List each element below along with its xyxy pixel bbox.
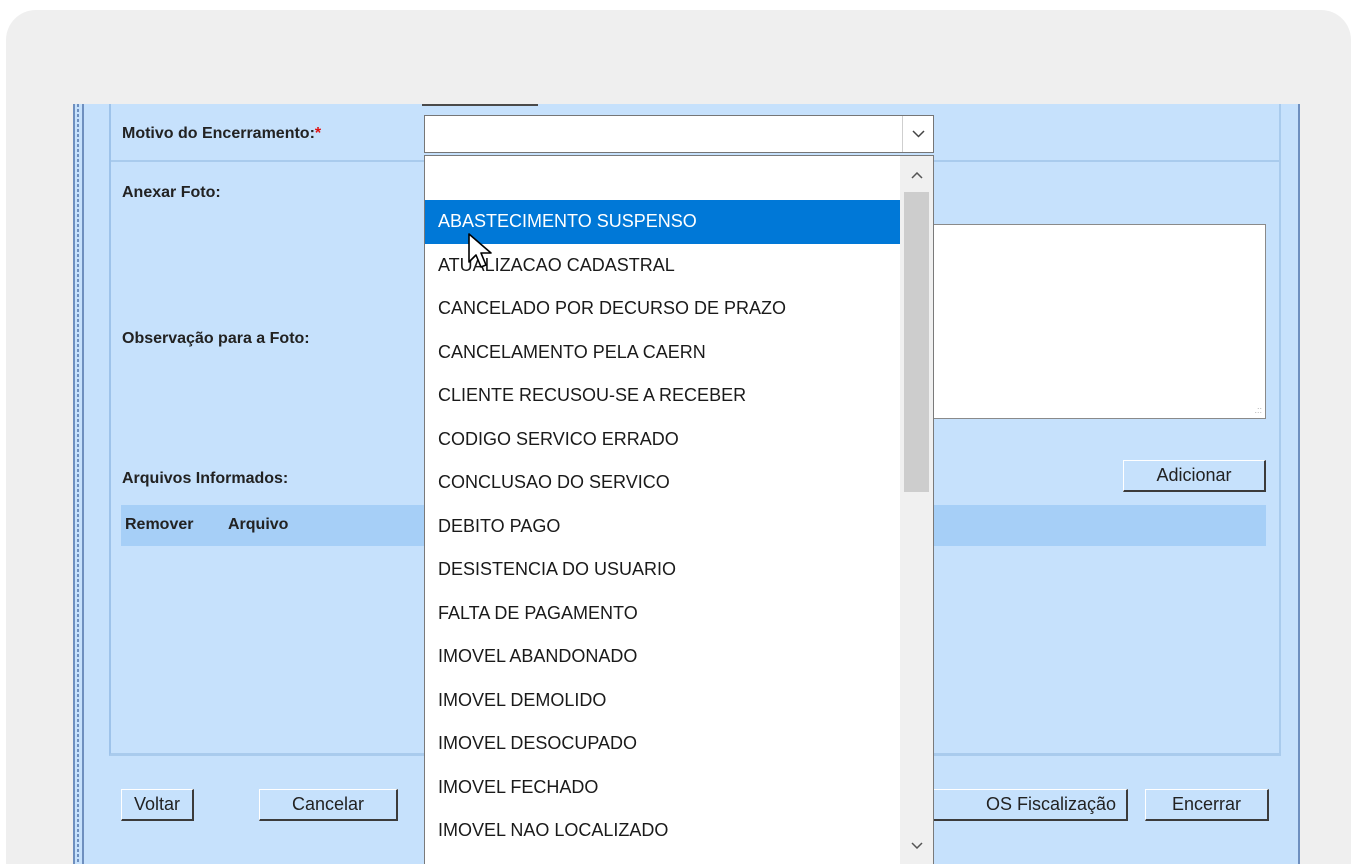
motivo-label: Motivo do Encerramento:*: [122, 125, 321, 143]
right-border: [1298, 104, 1300, 864]
column-header-remover: Remover: [125, 516, 194, 533]
anexar-label: Anexar Foto:: [122, 184, 221, 201]
dropdown-option-blank[interactable]: [425, 156, 900, 200]
dropdown-option[interactable]: IMOVEL DEMOLIDO: [425, 679, 900, 723]
dropdown-scrollbar[interactable]: [900, 156, 933, 864]
dropdown-option[interactable]: ATUALIZACAO CADASTRAL: [425, 244, 900, 288]
top-tab-edge: [422, 104, 538, 106]
resize-grip-icon[interactable]: .::: [1254, 406, 1262, 415]
dropdown-option[interactable]: DESISTENCIA DO USUARIO: [425, 548, 900, 592]
chevron-down-icon[interactable]: [902, 116, 933, 152]
observacao-label: Observação para a Foto:: [122, 330, 310, 347]
dropdown-option[interactable]: DEBITO PAGO: [425, 505, 900, 549]
motivo-dropdown-list[interactable]: ABASTECIMENTO SUSPENSO ATUALIZACAO CADAST…: [424, 155, 934, 864]
mouse-pointer-icon: [468, 233, 492, 268]
dropdown-option[interactable]: ABASTECIMENTO SUSPENSO: [425, 200, 900, 244]
column-header-arquivo: Arquivo: [228, 516, 289, 533]
encerrar-button[interactable]: Encerrar: [1145, 789, 1269, 821]
dropdown-option[interactable]: IMOVEL FECHADO: [425, 766, 900, 810]
dropdown-option[interactable]: CANCELADO POR DECURSO DE PRAZO: [425, 287, 900, 331]
dropdown-option[interactable]: IMOVEL ABANDONADO: [425, 635, 900, 679]
dropdown-option[interactable]: CLIENTE RECUSOU-SE A RECEBER: [425, 374, 900, 418]
adicionar-button[interactable]: Adicionar: [1123, 460, 1266, 492]
left-border-dotted: [77, 104, 79, 864]
required-mark: *: [314, 125, 322, 142]
dropdown-option[interactable]: FALTA DE PAGAMENTO: [425, 592, 900, 636]
dropdown-options: ABASTECIMENTO SUSPENSO ATUALIZACAO CADAST…: [425, 156, 900, 853]
cancelar-button[interactable]: Cancelar: [259, 789, 398, 821]
dropdown-option[interactable]: CANCELAMENTO PELA CAERN: [425, 331, 900, 375]
dropdown-option[interactable]: IMOVEL DESOCUPADO: [425, 722, 900, 766]
chevron-down-icon[interactable]: [900, 830, 933, 860]
scrollbar-thumb[interactable]: [904, 192, 929, 492]
left-border: [73, 104, 75, 864]
arquivos-label: Arquivos Informados:: [122, 470, 289, 487]
chevron-up-icon[interactable]: [900, 160, 933, 190]
observacao-textarea[interactable]: .::: [928, 224, 1266, 419]
motivo-label-text: Motivo do Encerramento:: [122, 125, 315, 142]
dropdown-option[interactable]: CODIGO SERVICO ERRADO: [425, 418, 900, 462]
voltar-button[interactable]: Voltar: [121, 789, 194, 821]
motivo-select[interactable]: [424, 115, 934, 153]
dropdown-option[interactable]: CONCLUSAO DO SERVICO: [425, 461, 900, 505]
left-border-inner: [82, 104, 84, 864]
dropdown-option[interactable]: IMOVEL NAO LOCALIZADO: [425, 809, 900, 853]
